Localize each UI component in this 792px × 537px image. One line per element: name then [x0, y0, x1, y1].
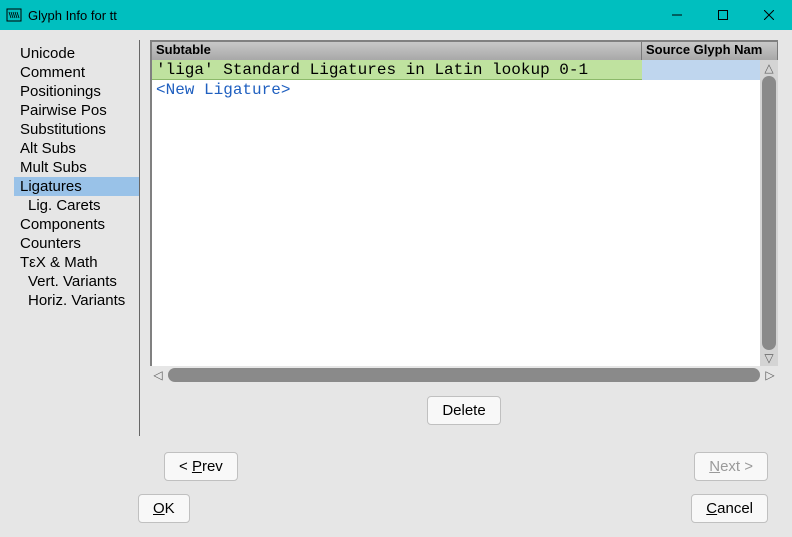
horizontal-scrollbar[interactable]: ◁ ▷	[150, 366, 778, 384]
hscroll-thumb[interactable]	[168, 368, 760, 382]
maximize-button[interactable]	[700, 0, 746, 30]
scroll-right-icon[interactable]: ▷	[762, 367, 778, 383]
cell-subtable[interactable]: <New Ligature>	[152, 80, 642, 100]
next-button[interactable]: Next >	[694, 452, 768, 481]
titlebar: Glyph Info for tt	[0, 0, 792, 30]
window-buttons	[654, 0, 792, 30]
sidebar-item-pairwise-pos[interactable]: Pairwise Pos	[14, 101, 139, 120]
minimize-button[interactable]	[654, 0, 700, 30]
col-subtable[interactable]: Subtable	[152, 42, 642, 60]
sidebar-item-comment[interactable]: Comment	[14, 63, 139, 82]
table-row[interactable]: 'liga' Standard Ligatures in Latin looku…	[152, 60, 778, 80]
sidebar-item-positionings[interactable]: Positionings	[14, 82, 139, 101]
table-body[interactable]: 'liga' Standard Ligatures in Latin looku…	[152, 60, 778, 348]
sidebar-item-unicode[interactable]: Unicode	[14, 44, 139, 63]
app-icon	[6, 7, 22, 23]
table-row[interactable]: <New Ligature>	[152, 80, 778, 100]
vscroll-thumb[interactable]	[762, 76, 776, 350]
cancel-button[interactable]: Cancel	[691, 494, 768, 523]
sidebar-item-mult-subs[interactable]: Mult Subs	[14, 158, 139, 177]
sidebar-item-t-x-math[interactable]: TεX & Math	[14, 253, 139, 272]
sidebar-item-components[interactable]: Components	[14, 215, 139, 234]
close-button[interactable]	[746, 0, 792, 30]
scroll-down-icon[interactable]: ▽	[760, 350, 778, 366]
col-source-glyph[interactable]: Source Glyph Nam	[642, 42, 778, 60]
ok-button[interactable]: OK	[138, 494, 190, 523]
prev-button[interactable]: < Prev	[164, 452, 238, 481]
sidebar-item-counters[interactable]: Counters	[14, 234, 139, 253]
sidebar-item-lig-carets[interactable]: Lig. Carets	[14, 196, 139, 215]
scroll-up-icon[interactable]: △	[760, 60, 778, 76]
sidebar-item-alt-subs[interactable]: Alt Subs	[14, 139, 139, 158]
scroll-left-icon[interactable]: ◁	[150, 367, 166, 383]
cell-subtable[interactable]: 'liga' Standard Ligatures in Latin looku…	[152, 60, 642, 80]
main-pane: Subtable Source Glyph Nam 'liga' Standar…	[140, 40, 778, 436]
vertical-scrollbar[interactable]: △ ▽	[760, 60, 778, 366]
cell-source-glyph[interactable]	[642, 60, 778, 80]
sidebar-item-vert-variants[interactable]: Vert. Variants	[14, 272, 139, 291]
sidebar-item-ligatures[interactable]: Ligatures	[14, 177, 139, 196]
table-header: Subtable Source Glyph Nam	[152, 42, 778, 60]
cell-source-glyph[interactable]	[642, 80, 778, 100]
ligatures-table: Subtable Source Glyph Nam 'liga' Standar…	[150, 40, 778, 366]
sidebar-item-horiz-variants[interactable]: Horiz. Variants	[14, 291, 139, 310]
window-title: Glyph Info for tt	[28, 8, 117, 23]
sidebar-item-substitutions[interactable]: Substitutions	[14, 120, 139, 139]
client-area: UnicodeCommentPositioningsPairwise PosSu…	[0, 30, 792, 537]
sidebar: UnicodeCommentPositioningsPairwise PosSu…	[14, 40, 140, 436]
delete-button[interactable]: Delete	[427, 396, 500, 425]
